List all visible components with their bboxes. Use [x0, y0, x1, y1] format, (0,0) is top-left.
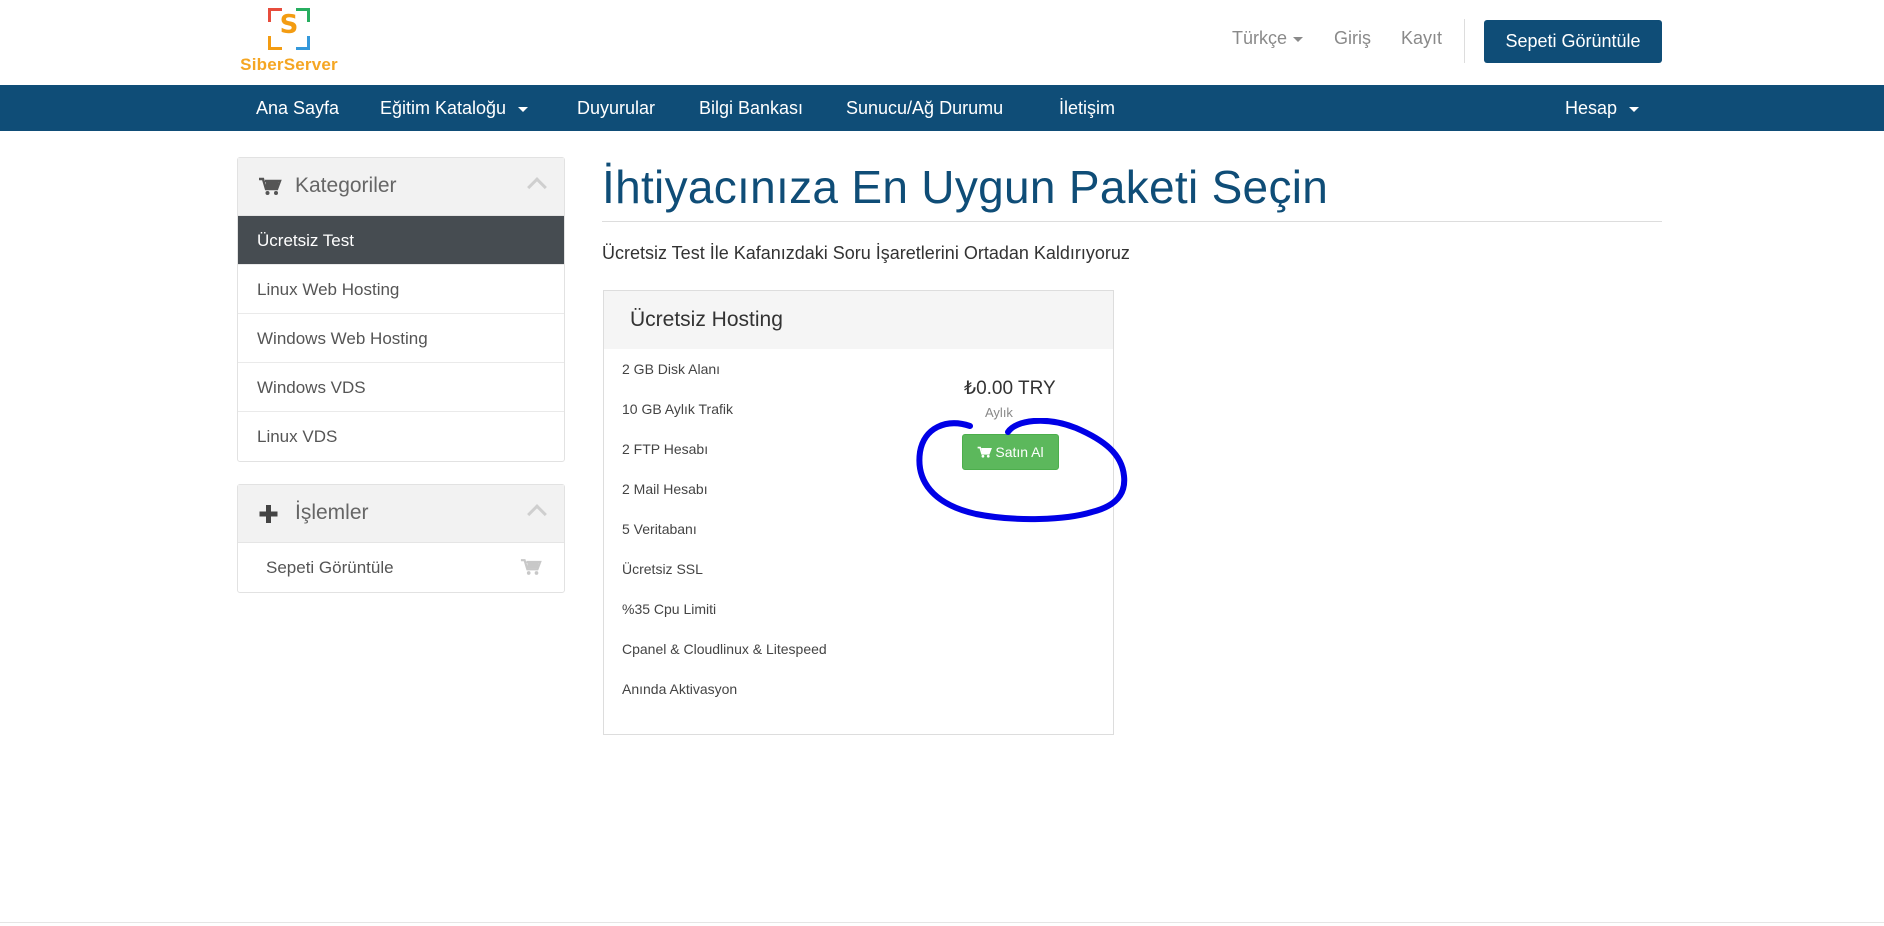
- feature-item: Anında Aktivasyon: [622, 681, 738, 697]
- page-title: İhtiyacınıza En Uygun Paketi Seçin: [602, 161, 1329, 213]
- chevron-up-icon[interactable]: [527, 504, 547, 524]
- page-tagline: Ücretsiz Test İle Kafanızdaki Soru İşare…: [602, 243, 1130, 263]
- register-link[interactable]: Kayıt: [1401, 28, 1442, 49]
- chevron-up-icon[interactable]: [527, 177, 547, 197]
- nav-label: Bilgi Bankası: [699, 98, 804, 118]
- nav-item-knowledgebase[interactable]: Bilgi Bankası: [699, 85, 803, 131]
- product-name: Ücretsiz Hosting: [630, 308, 783, 331]
- nav-label: Eğitim Kataloğu: [380, 98, 507, 118]
- categories-title: Kategoriler: [295, 174, 397, 197]
- feature-list: 2 GB Disk Alanı 10 GB Aylık Trafik 2 FTP…: [622, 361, 827, 721]
- category-windows-web-hosting[interactable]: Windows Web Hosting: [238, 314, 564, 363]
- cart-icon: [520, 559, 542, 575]
- feature-item: 10 GB Aylık Trafik: [622, 401, 734, 417]
- feature-item: %35 Cpu Limiti: [622, 601, 717, 617]
- site-header: S SiberServer Türkçe Giriş Kayıt Sepeti …: [0, 0, 1884, 85]
- category-linux-web-hosting[interactable]: Linux Web Hosting: [238, 265, 564, 314]
- caret-down-icon: [1629, 106, 1640, 112]
- category-linux-vds[interactable]: Linux VDS: [238, 412, 564, 461]
- language-label: Türkçe: [1232, 28, 1288, 48]
- actions-panel: İşlemler Sepeti Görüntüle: [237, 484, 565, 593]
- nav-label: İletişim: [1059, 98, 1116, 118]
- nav-label: Ana Sayfa: [256, 98, 340, 118]
- feature-item: 5 Veritabanı: [622, 521, 697, 537]
- categories-panel: Kategoriler Ücretsiz Test Linux Web Host…: [237, 157, 565, 462]
- feature-item: 2 GB Disk Alanı: [622, 361, 721, 377]
- feature-item: 2 FTP Hesabı: [622, 441, 709, 457]
- feature-item: Cpanel & Cloudlinux & Litespeed: [622, 641, 827, 657]
- caret-down-icon: [518, 106, 529, 112]
- nav-label: Sunucu/Ağ Durumu: [846, 98, 1004, 118]
- main-navbar: Ana Sayfa Eğitim Kataloğu Duyurular Bilg…: [0, 85, 1884, 131]
- header-divider: [1464, 19, 1465, 63]
- product-card-header: Ücretsiz Hosting: [604, 291, 1113, 349]
- feature-item: Ücretsiz SSL: [622, 561, 703, 577]
- feature-item: 2 Mail Hesabı: [622, 481, 708, 497]
- nav-item-announcements[interactable]: Duyurular: [577, 85, 655, 131]
- nav-item-contact[interactable]: İletişim: [1059, 85, 1115, 131]
- nav-item-training-catalog[interactable]: Eğitim Kataloğu: [380, 85, 529, 131]
- actions-title: İşlemler: [295, 501, 369, 524]
- category-windows-vds[interactable]: Windows VDS: [238, 363, 564, 412]
- title-divider: [602, 221, 1662, 222]
- product-price: ₺0.00 TRY: [964, 378, 1056, 399]
- nav-label: Hesap: [1565, 98, 1618, 118]
- plus-icon: [259, 505, 278, 523]
- categories-panel-heading[interactable]: Kategoriler: [238, 158, 564, 216]
- footer-divider: [0, 922, 1884, 923]
- annotation-circle: [916, 418, 1128, 523]
- nav-label: Duyurular: [577, 98, 656, 118]
- actions-panel-heading[interactable]: İşlemler: [238, 485, 564, 543]
- language-dropdown[interactable]: Türkçe: [1232, 28, 1304, 49]
- login-link[interactable]: Giriş: [1334, 28, 1371, 49]
- caret-down-icon: [1293, 36, 1304, 42]
- nav-item-home[interactable]: Ana Sayfa: [256, 85, 339, 131]
- nav-item-account[interactable]: Hesap: [1565, 85, 1640, 131]
- action-view-cart-label: Sepeti Görüntüle: [266, 558, 394, 577]
- category-free-test[interactable]: Ücretsiz Test: [238, 216, 564, 265]
- nav-item-network-status[interactable]: Sunucu/Ağ Durumu: [846, 85, 1003, 131]
- logo-text: SiberServer: [240, 55, 338, 74]
- view-cart-button[interactable]: Sepeti Görüntüle: [1484, 20, 1662, 63]
- action-view-cart[interactable]: Sepeti Görüntüle: [238, 543, 564, 592]
- cart-icon: [259, 177, 282, 195]
